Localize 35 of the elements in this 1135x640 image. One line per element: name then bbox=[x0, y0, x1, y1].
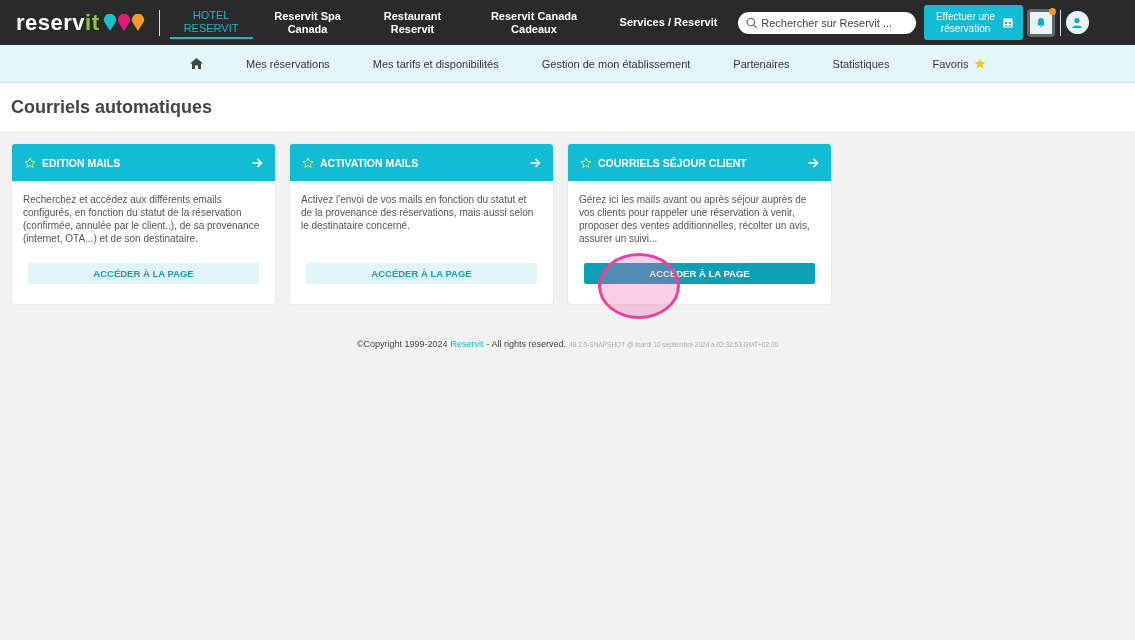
nav-link[interactable]: Partenaires bbox=[733, 57, 790, 70]
product-tab[interactable]: Services / Reservit bbox=[605, 14, 732, 31]
star-outline-icon[interactable] bbox=[580, 156, 592, 169]
copyright-text: ©Copyright 1999-2024 bbox=[356, 339, 448, 349]
product-tab[interactable]: HOTEL RESERVIT bbox=[169, 6, 253, 39]
card-description: Activez l'envoi de vos mails en fonction du statut et de la provenance des réservations, mais aussi selon le destinataire concerné. bbox=[301, 193, 535, 233]
user-icon bbox=[1071, 16, 1084, 29]
rights-text: - All rights reserved. bbox=[486, 339, 567, 349]
calendar-icon bbox=[1002, 17, 1013, 28]
arrow-right-icon[interactable] bbox=[808, 157, 819, 168]
reservit-logo[interactable]: reservit bbox=[16, 9, 147, 36]
product-tab[interactable]: Reservit Canada Cadeaux bbox=[472, 7, 596, 38]
nav-link[interactable]: Statistiques bbox=[832, 57, 890, 70]
card-description: Gérez ici les mails avant ou après séjour auprès de vos clients pour rappeler une réservation à venir, proposer des ventes additionnelles, récolter un avis, assurer un suivi... bbox=[579, 193, 811, 246]
card-title: EDITION MAILS bbox=[42, 156, 122, 169]
card-title: ACTIVATION MAILS bbox=[320, 156, 420, 169]
card-description: Recherchez et accédez aux différents emails configurés, en fonction du statut de la réservation (confirmée, annulée par le client..), de sa provenance (internet, OTA...) et de son destinataire. bbox=[23, 193, 261, 246]
home-icon[interactable] bbox=[190, 58, 203, 69]
product-tab[interactable]: Reservit Spa Canada bbox=[262, 7, 353, 38]
arrow-right-icon[interactable] bbox=[252, 157, 263, 168]
star-outline-icon[interactable] bbox=[24, 156, 36, 169]
user-avatar-button[interactable] bbox=[1065, 11, 1089, 34]
notification-button[interactable] bbox=[1026, 8, 1055, 37]
nav-link[interactable]: Gestion de mon établissement bbox=[541, 57, 691, 70]
page-title: Courriels automatiques bbox=[11, 96, 213, 118]
card-title: COURRIELS SÉJOUR CLIENT bbox=[598, 156, 748, 169]
nav-link[interactable]: Favoris bbox=[932, 57, 969, 70]
nav-link[interactable]: Mes tarifs et disponibilités bbox=[372, 57, 499, 70]
search-field[interactable]: Rechercher sur Reservit ... bbox=[737, 11, 916, 34]
arrow-right-icon[interactable] bbox=[530, 157, 541, 168]
star-outline-icon[interactable] bbox=[302, 156, 314, 169]
search-icon bbox=[745, 16, 758, 29]
bell-icon bbox=[1035, 17, 1046, 28]
nav-link[interactable]: Mes réservations bbox=[246, 57, 330, 70]
product-tab[interactable]: Restaurant Reservit bbox=[362, 7, 463, 38]
